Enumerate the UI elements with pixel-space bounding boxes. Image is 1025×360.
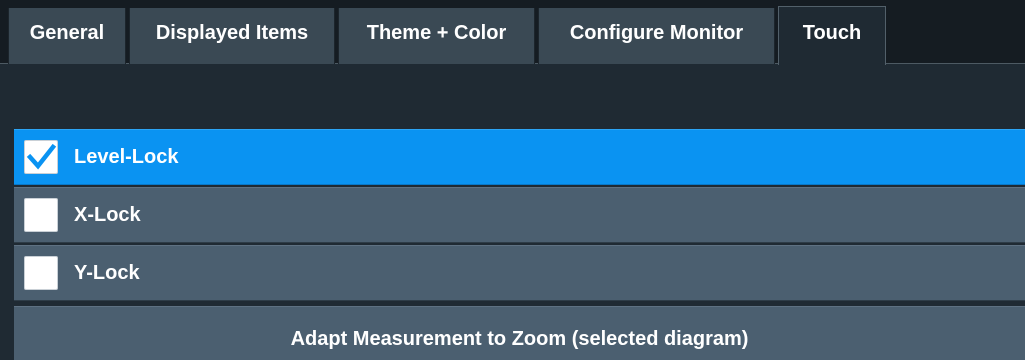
y-lock-checkbox[interactable] xyxy=(24,256,58,290)
tab-touch[interactable]: Touch xyxy=(778,6,886,65)
adapt-measurement-button[interactable]: Adapt Measurement to Zoom (selected diag… xyxy=(14,306,1025,360)
x-lock-checkbox[interactable] xyxy=(24,198,58,232)
x-lock-label: X-Lock xyxy=(74,204,141,226)
touch-settings-dialog: General Displayed Items Theme + Color Co… xyxy=(0,0,1025,360)
y-lock-option[interactable]: Y-Lock xyxy=(14,245,1025,301)
check-icon xyxy=(26,143,57,170)
level-lock-checkbox[interactable] xyxy=(24,140,58,174)
x-lock-option[interactable]: X-Lock xyxy=(14,187,1025,243)
tab-configure-monitor[interactable]: Configure Monitor xyxy=(538,8,775,64)
y-lock-label: Y-Lock xyxy=(74,262,140,284)
level-lock-label: Level-Lock xyxy=(74,146,179,168)
level-lock-option[interactable]: Level-Lock xyxy=(14,129,1025,185)
tab-bar: General Displayed Items Theme + Color Co… xyxy=(0,0,1025,65)
tab-theme-color[interactable]: Theme + Color xyxy=(338,8,535,64)
tab-displayed-items[interactable]: Displayed Items xyxy=(129,8,335,64)
tab-general[interactable]: General xyxy=(8,8,126,64)
